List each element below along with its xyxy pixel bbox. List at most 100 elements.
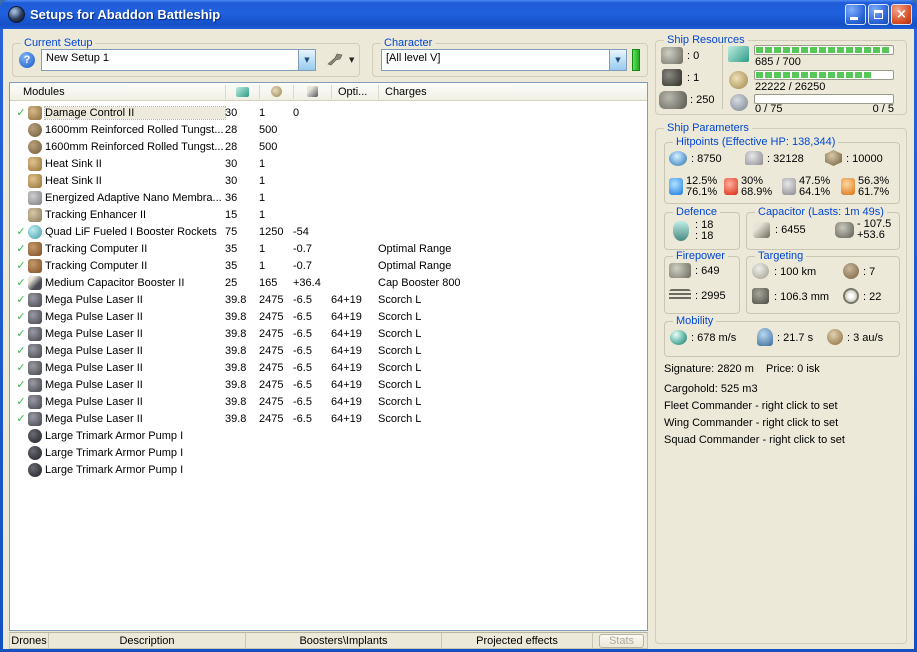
module-name: Mega Pulse Laser II xyxy=(45,362,225,374)
module-cap-use: 0 xyxy=(293,107,331,119)
module-name: Heat Sink II xyxy=(45,175,225,187)
maximize-button[interactable] xyxy=(868,4,889,25)
stats-button[interactable]: Stats xyxy=(599,634,644,648)
table-row[interactable]: 1600mm Reinforced Rolled Tungst...28500 xyxy=(10,138,647,155)
table-row[interactable]: Large Trimark Armor Pump I xyxy=(10,461,647,478)
module-active-check-icon[interactable]: ✓ xyxy=(14,310,28,323)
pulse-laser-icon xyxy=(28,395,42,409)
table-row[interactable]: ✓Damage Control II3010 xyxy=(10,104,647,121)
sensor-strength-icon xyxy=(843,288,859,304)
squad-commander-text[interactable]: Squad Commander - right click to set xyxy=(664,434,845,446)
table-row[interactable]: ✓Mega Pulse Laser II39.82475-6.564+19Sco… xyxy=(10,376,647,393)
module-powergrid: 2475 xyxy=(259,311,293,323)
module-charge: Scorch L xyxy=(378,396,647,408)
module-active-check-icon[interactable]: ✓ xyxy=(14,276,28,289)
powergrid-column-header[interactable] xyxy=(259,85,293,99)
table-row[interactable]: 1600mm Reinforced Rolled Tungst...28500 xyxy=(10,121,647,138)
table-row[interactable]: ✓Mega Pulse Laser II39.82475-6.564+19Sco… xyxy=(10,393,647,410)
help-icon[interactable]: ? xyxy=(19,52,35,68)
module-cpu: 39.8 xyxy=(225,294,259,306)
bottom-tab-drones[interactable]: Drones xyxy=(10,633,49,648)
table-row[interactable]: ✓Tracking Computer II351-0.7Optimal Rang… xyxy=(10,257,647,274)
bottom-tab-projected-effects[interactable]: Projected effects xyxy=(442,633,593,648)
module-cpu: 25 xyxy=(225,277,259,289)
module-charge: Scorch L xyxy=(378,294,647,306)
heat-sink-icon xyxy=(28,157,42,171)
module-cap-use: -6.5 xyxy=(293,328,331,340)
module-powergrid: 2475 xyxy=(259,345,293,357)
tracking-computer-icon xyxy=(28,242,42,256)
module-charge: Cap Booster 800 xyxy=(378,277,647,289)
charges-column-header[interactable]: Charges xyxy=(378,85,647,99)
armor-plate-icon xyxy=(28,123,42,137)
modules-rows: ✓Damage Control II30101600mm Reinforced … xyxy=(10,101,647,478)
setup-select-value: New Setup 1 xyxy=(42,50,298,70)
module-cpu: 39.8 xyxy=(225,362,259,374)
table-row[interactable]: ✓Mega Pulse Laser II39.82475-6.564+19Sco… xyxy=(10,308,647,325)
current-setup-group: Current Setup ? New Setup 1 ▼ ▼ xyxy=(12,43,360,77)
capacitor-amount-icon xyxy=(753,222,770,238)
structure-hp-value: : 10000 xyxy=(846,153,883,165)
close-button[interactable]: × xyxy=(891,4,912,25)
optimal-column-header[interactable]: Opti... xyxy=(331,85,378,99)
table-row[interactable]: ✓Quad LiF Fueled I Booster Rockets751250… xyxy=(10,223,647,240)
table-row[interactable]: ✓Mega Pulse Laser II39.82475-6.564+19Sco… xyxy=(10,410,647,427)
firepower-group: Firepower : 649 : 2995 xyxy=(664,256,740,314)
module-active-check-icon[interactable]: ✓ xyxy=(14,106,28,119)
bottom-tab-description[interactable]: Description xyxy=(49,633,246,648)
module-active-check-icon[interactable]: ✓ xyxy=(14,412,28,425)
module-active-check-icon[interactable]: ✓ xyxy=(14,225,28,238)
setup-tools-button[interactable]: ▼ xyxy=(323,51,358,68)
module-cpu: 35 xyxy=(225,243,259,255)
cpu-bar xyxy=(754,45,894,55)
title-bar[interactable]: Setups for Abaddon Battleship × xyxy=(0,0,917,29)
pulse-laser-icon xyxy=(28,310,42,324)
character-select[interactable]: [All level V] ▼ xyxy=(381,49,627,71)
table-row[interactable]: Large Trimark Armor Pump I xyxy=(10,444,647,461)
module-cap-use: -6.5 xyxy=(293,413,331,425)
table-row[interactable]: Heat Sink II301 xyxy=(10,172,647,189)
module-active-check-icon[interactable]: ✓ xyxy=(14,327,28,340)
module-active-check-icon[interactable]: ✓ xyxy=(14,259,28,272)
module-active-check-icon[interactable]: ✓ xyxy=(14,344,28,357)
cpu-column-header[interactable] xyxy=(225,85,259,99)
wing-commander-text[interactable]: Wing Commander - right click to set xyxy=(664,417,838,429)
dronebay-usage-value: 0 / 75 xyxy=(755,103,783,115)
pulse-laser-icon xyxy=(28,378,42,392)
module-active-check-icon[interactable]: ✓ xyxy=(14,361,28,374)
module-active-check-icon[interactable]: ✓ xyxy=(14,378,28,391)
module-active-check-icon[interactable]: ✓ xyxy=(14,395,28,408)
defence-group: Defence : 18 : 18 xyxy=(664,212,740,250)
table-row[interactable]: Tracking Enhancer II151 xyxy=(10,206,647,223)
minimize-button[interactable] xyxy=(845,4,866,25)
calibration-value: : 250 xyxy=(690,94,714,106)
table-row[interactable]: ✓Tracking Computer II351-0.7Optimal Rang… xyxy=(10,240,647,257)
capacitor-group: Capacitor (Lasts: 1m 49s) : 6455 - 107.5… xyxy=(746,212,900,250)
eft-window: Setups for Abaddon Battleship × Current … xyxy=(0,0,917,652)
setup-select[interactable]: New Setup 1 ▼ xyxy=(41,49,316,71)
bottom-tab-boosters-implants[interactable]: Boosters\Implants xyxy=(246,633,442,648)
character-select-arrow[interactable]: ▼ xyxy=(609,50,626,70)
powergrid-column-icon xyxy=(271,86,282,97)
module-active-check-icon[interactable]: ✓ xyxy=(14,293,28,306)
capacitor-column-header[interactable] xyxy=(293,85,331,99)
module-charge: Optimal Range xyxy=(378,260,647,272)
fleet-commander-text[interactable]: Fleet Commander - right click to set xyxy=(664,400,838,412)
table-row[interactable]: ✓Mega Pulse Laser II39.82475-6.564+19Sco… xyxy=(10,342,647,359)
table-row[interactable]: Energized Adaptive Nano Membra...361 xyxy=(10,189,647,206)
table-row[interactable]: Heat Sink II301 xyxy=(10,155,647,172)
targeting-range-value: : 100 km xyxy=(774,266,816,278)
table-row[interactable]: ✓Medium Capacitor Booster II25165+36.4Ca… xyxy=(10,274,647,291)
table-row[interactable]: Large Trimark Armor Pump I xyxy=(10,427,647,444)
table-row[interactable]: ✓Mega Pulse Laser II39.82475-6.564+19Sco… xyxy=(10,291,647,308)
modules-table-header[interactable]: Modules Opti... Charges xyxy=(10,83,647,101)
table-row[interactable]: ✓Mega Pulse Laser II39.82475-6.564+19Sco… xyxy=(10,359,647,376)
modules-column-header[interactable]: Modules xyxy=(10,85,225,99)
module-active-check-icon[interactable]: ✓ xyxy=(14,242,28,255)
explosive-armor-resist: 61.7% xyxy=(858,187,889,198)
table-row[interactable]: ✓Mega Pulse Laser II39.82475-6.564+19Sco… xyxy=(10,325,647,342)
module-name: Energized Adaptive Nano Membra... xyxy=(45,192,225,204)
shield-hp-value: : 8750 xyxy=(691,153,722,165)
module-cpu: 39.8 xyxy=(225,396,259,408)
setup-select-arrow[interactable]: ▼ xyxy=(298,50,315,70)
